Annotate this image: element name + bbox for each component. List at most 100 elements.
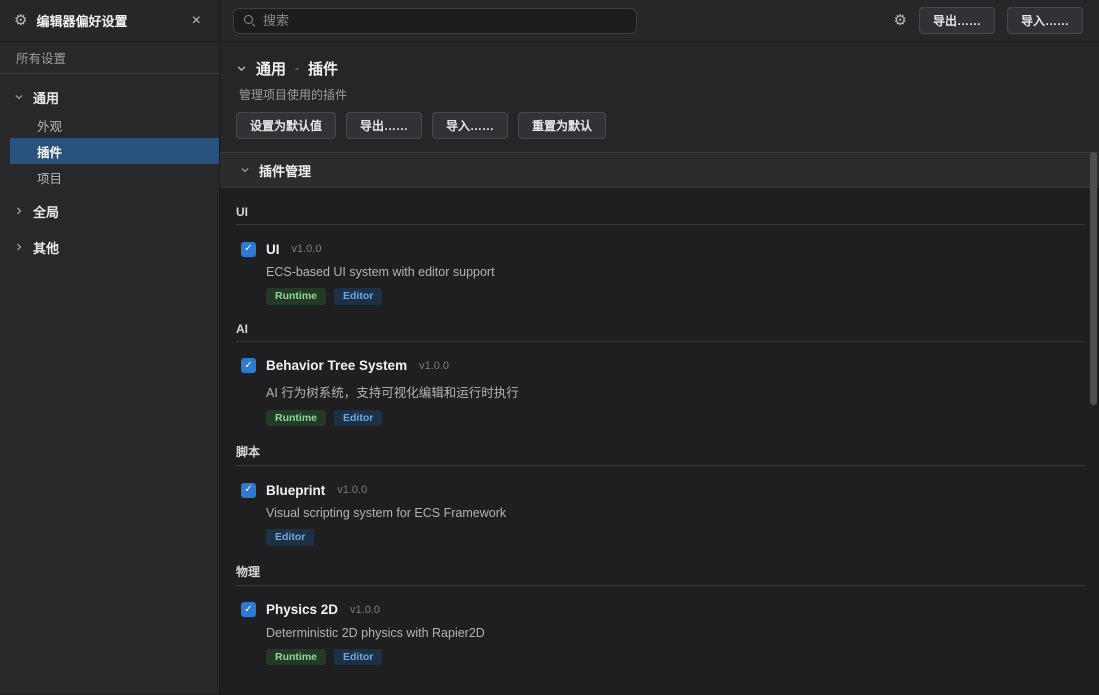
sidebar-item-all-settings[interactable]: 所有设置: [0, 42, 219, 73]
editor-badge: Editor: [334, 410, 382, 427]
checkmark-icon: ✓: [244, 361, 252, 371]
plugin-category-script: 脚本 ✓ Blueprint v1.0.0 Visual scripting s…: [236, 443, 1085, 546]
plugin-category-ai: AI ✓ Behavior Tree System v1.0.0 AI 行为树系…: [236, 322, 1085, 427]
body-row: 所有设置 通用 外观 插件 项目 全局: [0, 42, 1099, 694]
gear-icon[interactable]: ⚙: [894, 13, 907, 28]
sidebar-nav: 通用 外观 插件 项目 全局 其他: [0, 74, 219, 262]
plugin-name: Blueprint: [266, 483, 325, 498]
sidebar-group-label: 通用: [33, 88, 59, 107]
sidebar-group-other[interactable]: 其他: [0, 232, 219, 262]
plugin-enabled-checkbox[interactable]: ✓: [241, 358, 256, 373]
plugin-version: v1.0.0: [419, 360, 449, 372]
sidebar-item-plugins[interactable]: 插件: [10, 138, 219, 164]
plugin-item-blueprint: ✓ Blueprint v1.0.0 Visual scripting syst…: [241, 481, 1085, 546]
sidebar-group-label: 全局: [33, 202, 59, 221]
sidebar-item-label: 外观: [37, 116, 62, 135]
plugin-head: ✓ Behavior Tree System v1.0.0: [241, 357, 1085, 375]
category-label: AI: [236, 322, 1085, 336]
plugin-head: ✓ Blueprint v1.0.0: [241, 481, 1085, 499]
plugin-name: Behavior Tree System: [266, 358, 407, 373]
editor-badge: Editor: [266, 529, 314, 546]
checkmark-icon: ✓: [244, 485, 252, 495]
sidebar-group-general[interactable]: 通用: [0, 82, 219, 112]
divider: [236, 585, 1085, 586]
plugin-enabled-checkbox[interactable]: ✓: [241, 602, 256, 617]
runtime-badge: Runtime: [266, 410, 326, 427]
chevron-down-icon: [14, 92, 24, 102]
breadcrumb-parent[interactable]: 通用: [256, 58, 286, 79]
plugin-list: UI ✓ UI v1.0.0 ECS-based UI system with …: [220, 188, 1099, 694]
settings-gear-icon: ⚙: [14, 13, 27, 28]
divider: [236, 341, 1085, 342]
plugin-badges: Runtime Editor: [266, 410, 1085, 427]
runtime-badge: Runtime: [266, 288, 326, 305]
checkmark-icon: ✓: [244, 605, 252, 615]
import-button[interactable]: 导入……: [1007, 7, 1083, 34]
chevron-down-icon: [240, 165, 250, 175]
close-icon[interactable]: ×: [188, 11, 205, 31]
plugin-badges: Editor: [266, 529, 1085, 546]
plugin-item-behavior-tree: ✓ Behavior Tree System v1.0.0 AI 行为树系统，支…: [241, 357, 1085, 427]
plugin-enabled-checkbox[interactable]: ✓: [241, 483, 256, 498]
sidebar-item-label: 插件: [37, 142, 62, 161]
chevron-right-icon: [14, 206, 24, 216]
divider: [236, 465, 1085, 466]
export-settings-button[interactable]: 导出……: [346, 112, 422, 139]
page-subtitle: 管理项目使用的插件: [239, 86, 1083, 103]
plugin-name: UI: [266, 242, 280, 257]
plugin-description: AI 行为树系统，支持可视化编辑和运行时执行: [266, 382, 1085, 401]
page-header-section: 通用 - 插件 管理项目使用的插件 设置为默认值 导出…… 导入…… 重置为默认: [220, 42, 1099, 152]
export-button[interactable]: 导出……: [919, 7, 995, 34]
divider: [236, 224, 1085, 225]
top-bar-main: ⚙ 导出…… 导入……: [220, 0, 1099, 41]
plugin-category-ui: UI ✓ UI v1.0.0 ECS-based UI system with …: [236, 205, 1085, 305]
sidebar-group-label: 其他: [33, 238, 59, 257]
category-label: 物理: [236, 563, 1085, 580]
checkmark-icon: ✓: [244, 244, 252, 254]
action-buttons: 设置为默认值 导出…… 导入…… 重置为默认: [236, 112, 1083, 139]
plugin-enabled-checkbox[interactable]: ✓: [241, 242, 256, 257]
top-bar-actions: ⚙ 导出…… 导入……: [894, 7, 1083, 34]
plugin-badges: Runtime Editor: [266, 649, 1085, 666]
plugin-version: v1.0.0: [292, 243, 322, 255]
plugin-item-ui: ✓ UI v1.0.0 ECS-based UI system with edi…: [241, 240, 1085, 305]
chevron-right-icon: [14, 242, 24, 252]
plugin-description: Deterministic 2D physics with Rapier2D: [266, 626, 1085, 640]
search-input[interactable]: [263, 13, 626, 28]
plugin-description: Visual scripting system for ECS Framewor…: [266, 506, 1085, 520]
plugin-head: ✓ UI v1.0.0: [241, 240, 1085, 258]
sidebar-group-global[interactable]: 全局: [0, 196, 219, 226]
sidebar-item-project[interactable]: 项目: [0, 164, 219, 190]
plugin-category-physics: 物理 ✓ Physics 2D v1.0.0 Deterministic 2D …: [236, 563, 1085, 666]
plugin-version: v1.0.0: [350, 604, 380, 616]
sidebar-item-label: 项目: [37, 168, 62, 187]
breadcrumb-separator: -: [295, 61, 299, 75]
search-box[interactable]: [233, 8, 637, 34]
breadcrumb[interactable]: 通用 - 插件: [236, 56, 1083, 80]
search-icon: [244, 15, 255, 26]
set-default-button[interactable]: 设置为默认值: [236, 112, 336, 139]
section-plugin-management[interactable]: 插件管理: [220, 152, 1099, 188]
breadcrumb-current[interactable]: 插件: [308, 58, 338, 79]
editor-badge: Editor: [334, 288, 382, 305]
plugin-name: Physics 2D: [266, 602, 338, 617]
plugin-item-physics-2d: ✓ Physics 2D v1.0.0 Deterministic 2D phy…: [241, 601, 1085, 666]
category-label: 脚本: [236, 443, 1085, 460]
category-label: UI: [236, 205, 1085, 219]
runtime-badge: Runtime: [266, 649, 326, 666]
plugin-description: ECS-based UI system with editor support: [266, 265, 1085, 279]
plugin-head: ✓ Physics 2D v1.0.0: [241, 601, 1085, 619]
scrollbar-thumb[interactable]: [1090, 152, 1097, 405]
sidebar-item-appearance[interactable]: 外观: [0, 112, 219, 138]
chevron-down-icon: [236, 63, 247, 74]
editor-badge: Editor: [334, 649, 382, 666]
window-header: ⚙ 编辑器偏好设置 ×: [0, 0, 220, 41]
reset-default-button[interactable]: 重置为默认: [518, 112, 606, 139]
top-bar: ⚙ 编辑器偏好设置 × ⚙ 导出…… 导入……: [0, 0, 1099, 42]
plugin-badges: Runtime Editor: [266, 288, 1085, 305]
import-settings-button[interactable]: 导入……: [432, 112, 508, 139]
plugin-version: v1.0.0: [337, 484, 367, 496]
window-title: 编辑器偏好设置: [36, 11, 127, 30]
settings-sidebar: 所有设置 通用 外观 插件 项目 全局: [0, 42, 220, 694]
main-panel: 通用 - 插件 管理项目使用的插件 设置为默认值 导出…… 导入…… 重置为默认…: [220, 42, 1099, 694]
